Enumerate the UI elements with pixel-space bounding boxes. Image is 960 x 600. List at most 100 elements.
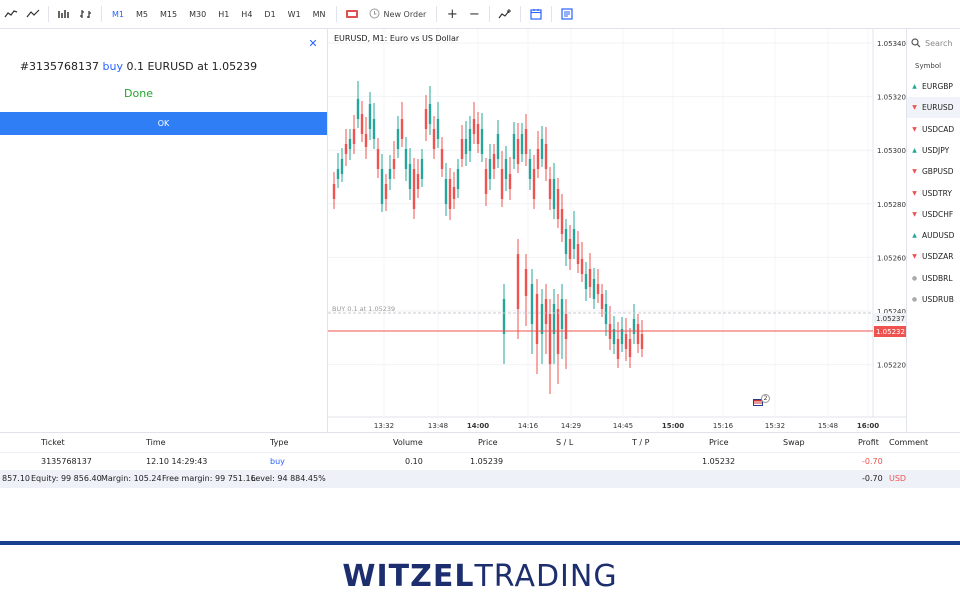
toolbar-divider (436, 6, 438, 22)
candle-body (436, 119, 440, 139)
account-currency: USD (889, 474, 907, 483)
watchlist-item[interactable]: ▼ GBPUSD (907, 161, 960, 182)
header-tp[interactable]: T / P (632, 438, 650, 447)
watchlist-item[interactable]: ▼ USDCHF (907, 204, 960, 225)
header-ticket[interactable]: Ticket (41, 438, 65, 447)
candle-body (604, 304, 608, 324)
watchlist-item[interactable]: ● USDRUB (907, 289, 960, 310)
header-swap[interactable]: Swap (783, 438, 805, 447)
chart-title: EURUSD, M1: Euro vs US Dollar (334, 34, 460, 43)
candle-body (452, 187, 456, 199)
watchlist-item[interactable]: ▼ USDTRY (907, 183, 960, 204)
candle-body (530, 284, 534, 324)
candle-body (592, 279, 596, 299)
watchlist-item[interactable]: ▼ USDZAR (907, 246, 960, 267)
table-row[interactable]: 3135768137 12.10 14:29:43 buy 0.10 1.052… (0, 452, 960, 470)
account-level: Level: 94 884.45% (251, 474, 326, 483)
candle-body (364, 134, 368, 147)
candle-body (540, 139, 544, 159)
header-profit[interactable]: Profit (858, 438, 879, 447)
candle-body (392, 159, 396, 169)
candle-body (560, 209, 564, 234)
candle-body (448, 179, 452, 209)
order-status: Done (124, 87, 153, 100)
candle-body (588, 269, 592, 287)
watchlist-item[interactable]: ▲ EURGBP (907, 76, 960, 97)
timeframe-m1[interactable]: M1 (106, 0, 130, 29)
timeframe-w1[interactable]: W1 (282, 0, 307, 29)
header-time[interactable]: Time (146, 438, 166, 447)
ok-button[interactable]: OK (0, 112, 327, 135)
timeframe-h1[interactable]: H1 (212, 0, 235, 29)
flag-icon[interactable] (341, 0, 363, 29)
account-balance: 857.10 (2, 474, 30, 483)
dot-icon: ● (911, 274, 918, 282)
candle-body (564, 229, 568, 254)
zoom-in-icon[interactable]: + (441, 0, 463, 29)
watchlist-item[interactable]: ▲ AUDUSD (907, 225, 960, 246)
candle-body (528, 159, 532, 179)
candles-icon[interactable] (53, 0, 75, 29)
watchlist-item[interactable]: ▼ EURUSD (907, 97, 960, 119)
candle-body (596, 284, 600, 294)
candle-body (428, 104, 432, 124)
candle-body (564, 314, 568, 339)
price-tick-label: 1.05340 (877, 40, 906, 48)
header-sl[interactable]: S / L (556, 438, 573, 447)
candle-body (572, 229, 576, 249)
candle-body (560, 299, 564, 329)
bars-icon[interactable] (75, 0, 97, 29)
indicators-icon[interactable] (494, 0, 516, 29)
candle-body (568, 239, 572, 259)
close-icon[interactable]: ✕ (306, 37, 320, 51)
chart-canvas[interactable]: 1.05340 1.05320 1.05300 1.05280 1.05260 1.052… (328, 29, 906, 432)
candle-body (384, 184, 388, 199)
candle-body (636, 324, 640, 344)
candle-body (520, 134, 524, 154)
price-chart[interactable]: 1.05340 1.05320 1.05300 1.05280 1.05260 1.052… (327, 29, 906, 432)
time-tick-label: 13:32 (374, 422, 394, 430)
price-tick-label: 1.05220 (877, 362, 906, 370)
timeframe-m5[interactable]: M5 (130, 0, 154, 29)
watchlist-item[interactable]: ▲ USDJPY (907, 140, 960, 161)
new-order-label: New Order (383, 9, 427, 19)
header-comment[interactable]: Comment (889, 438, 928, 447)
header-type[interactable]: Type (270, 438, 288, 447)
watchlist-item[interactable]: ▼ USDCAD (907, 119, 960, 140)
header-volume[interactable]: Volume (393, 438, 423, 447)
arrow-up-icon: ▲ (912, 146, 917, 154)
timeframe-d1[interactable]: D1 (258, 0, 281, 29)
header-current-price[interactable]: Price (709, 438, 729, 447)
toolbar-divider (551, 6, 553, 22)
watchlist-item[interactable]: ● USDBRL (907, 268, 960, 289)
candle-body (488, 159, 492, 179)
table-header: Ticket Time Type Volume Price S / L T / … (0, 433, 960, 452)
candle-body (492, 154, 496, 169)
candle-body (412, 169, 416, 209)
candle-body (524, 129, 528, 154)
search-placeholder: Search (925, 38, 953, 48)
line-chart-icon[interactable] (22, 0, 44, 29)
calendar-icon[interactable] (525, 0, 547, 29)
candle-body (544, 144, 548, 169)
watchlist-search[interactable]: Search (911, 35, 960, 51)
timeframe-mn[interactable]: MN (307, 0, 332, 29)
candle-body (640, 334, 644, 349)
row-type: buy (270, 457, 285, 466)
timeframe-h4[interactable]: H4 (235, 0, 258, 29)
new-order-button[interactable]: New Order (363, 0, 433, 29)
candle-body (380, 169, 384, 204)
zoom-out-icon[interactable]: − (463, 0, 485, 29)
timeframe-m15[interactable]: M15 (154, 0, 183, 29)
price-tick-label: 1.05320 (877, 94, 906, 102)
watchlist-header: Symbol (915, 62, 942, 70)
timeframe-m30[interactable]: M30 (183, 0, 212, 29)
candle-body (552, 179, 556, 209)
candle-body (344, 144, 348, 154)
dot-icon: ● (911, 296, 918, 303)
bar-chart-icon[interactable] (0, 0, 22, 29)
news-icon[interactable] (556, 0, 578, 29)
header-price[interactable]: Price (478, 438, 498, 447)
candle-body (456, 169, 460, 189)
time-tick-label: 14:00 (467, 422, 489, 430)
